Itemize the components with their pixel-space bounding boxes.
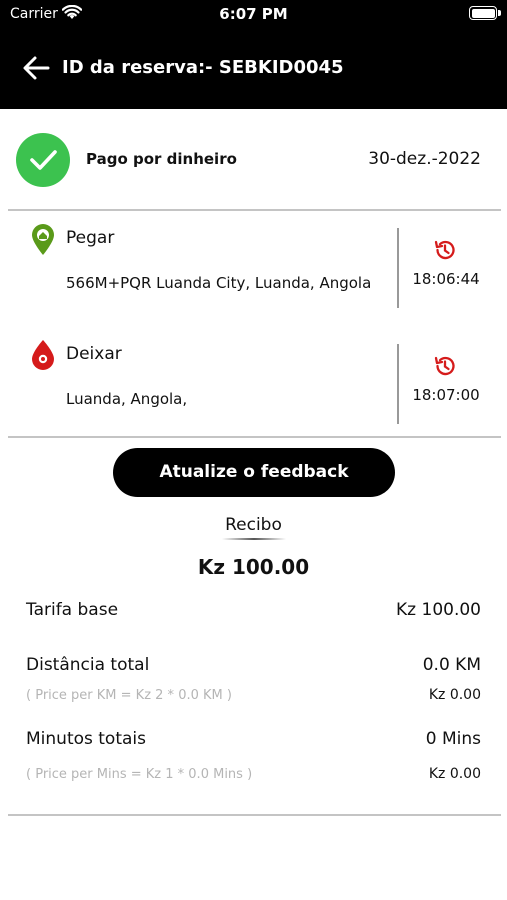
pickup-separator (397, 228, 399, 308)
back-arrow-icon[interactable] (22, 55, 50, 81)
minutes-detail-value: Kz 0.00 (428, 766, 481, 782)
receipt-title: Recibo (225, 515, 282, 535)
base-fare-label: Tarifa base (26, 600, 119, 620)
history-icon (434, 240, 455, 260)
pickup-pin-icon (32, 224, 54, 255)
paid-check-icon (16, 133, 70, 187)
distance-label: Distância total (26, 655, 150, 675)
pickup-address: 566M+PQR Luanda City, Luanda, Angola (66, 274, 372, 292)
distance-detail-value: Kz 0.00 (428, 687, 481, 703)
distance-value: 0.0 KM (422, 655, 481, 675)
minutes-label: Minutos totais (26, 729, 146, 749)
payment-method: Pago por dinheiro (86, 150, 237, 168)
status-bar: Carrier 6:07 PM (0, 0, 507, 30)
dropoff-address: Luanda, Angola, (66, 390, 188, 408)
update-feedback-button[interactable]: Atualize o feedback (113, 448, 395, 497)
minutes-detail: ( Price per Mins = Kz 1 * 0.0 Mins ) (26, 767, 253, 782)
receipt-total: Kz 100.00 (197, 555, 310, 579)
minutes-value: 0 Mins (425, 729, 481, 749)
trip-date: 30-dez.-2022 (368, 149, 481, 169)
dropoff-separator (397, 344, 399, 424)
pickup-time: 18:06:44 (412, 270, 480, 288)
pickup-label: Pegar (66, 228, 115, 248)
payment-summary: Pago por dinheiro 30-dez.-2022 (0, 109, 507, 209)
distance-detail: ( Price per KM = Kz 2 * 0.0 KM ) (26, 688, 232, 703)
dropoff-time: 18:07:00 (412, 386, 480, 404)
history-icon (434, 356, 455, 376)
receipt-underline (222, 538, 286, 540)
dropoff-label: Deixar (66, 344, 122, 364)
app-header: Carrier 6:07 PM ID da reserva:- SEBKID00… (0, 0, 507, 109)
dropoff-pin-icon (32, 340, 54, 370)
status-time: 6:07 PM (219, 5, 288, 23)
battery-icon (469, 6, 501, 20)
divider (8, 436, 501, 438)
divider (8, 814, 501, 816)
base-fare-value: Kz 100.00 (396, 600, 481, 620)
divider (8, 209, 501, 211)
page-title: ID da reserva:- SEBKID0045 (62, 57, 344, 78)
